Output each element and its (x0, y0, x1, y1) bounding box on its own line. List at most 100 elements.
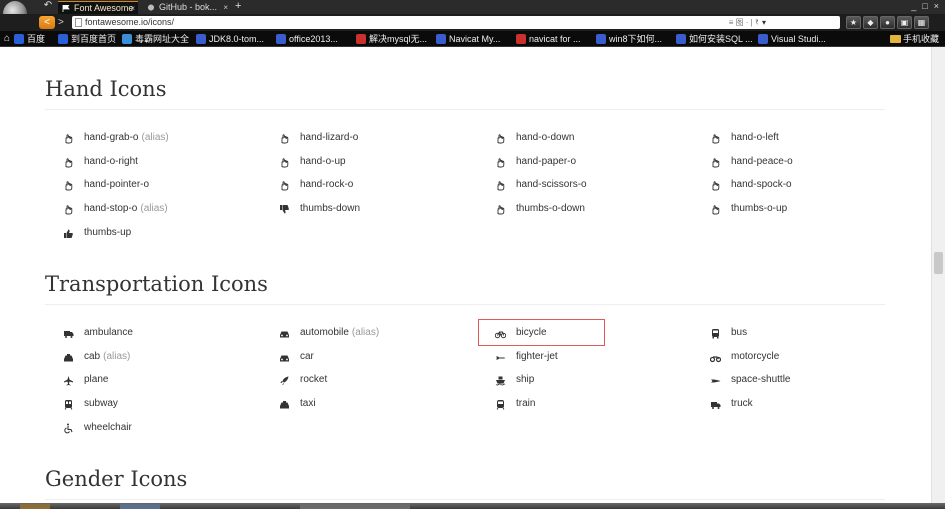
icon-name-link[interactable]: ship (516, 370, 534, 390)
icon-name-link[interactable]: hand-rock-o (300, 175, 353, 195)
vertical-scrollbar[interactable] (931, 47, 945, 503)
home-icon[interactable]: ⌂ (4, 33, 10, 45)
new-tab-button[interactable]: + (235, 0, 241, 13)
bookmark-label: Visual Studi... (771, 34, 826, 44)
history-back-icon[interactable]: ↶ (41, 0, 55, 12)
hand-scissors-outline-icon (497, 181, 505, 191)
icon-name-link[interactable]: ambulance (84, 323, 133, 343)
icon-name-link[interactable]: subway (84, 394, 118, 414)
icon-name-link[interactable]: thumbs-down (300, 199, 360, 219)
bookmarks-bar: ⌂ 百度 到百度首页 毒霸网址大全 JDK8.0-tom... office2013..… (0, 31, 945, 47)
grid-icon[interactable]: ▦ (914, 16, 929, 29)
icon-name-link[interactable]: fighter-jet (516, 347, 558, 367)
search-input[interactable]: ▾ (758, 16, 840, 29)
bookmark-item[interactable]: Navicat My... (436, 33, 500, 45)
hand-paper-outline-icon (497, 157, 505, 168)
taskbar-item[interactable] (20, 504, 50, 509)
icon-name-link[interactable]: space-shuttle (731, 370, 790, 390)
icon-name-link[interactable]: hand-peace-o (731, 152, 793, 172)
fighter-jet-icon (496, 356, 506, 360)
mobile-bookmarks-label: 手机收藏 (902, 34, 939, 44)
alias-tag: (alias) (351, 327, 380, 338)
icon-name-link[interactable]: hand-o-up (300, 152, 346, 172)
icon-name-link[interactable]: automobile (alias) (300, 323, 379, 343)
bookmark-item[interactable]: 解决mysql无... (356, 33, 427, 45)
bookmark-item[interactable]: win8下如何... (596, 33, 662, 45)
shield-icon[interactable]: ● (880, 16, 895, 29)
section-title: Transportation Icons (45, 272, 268, 296)
alias-tag: (alias) (103, 350, 131, 362)
page-content: Hand Icons hand-grab-o (alias) hand-lizard-… (0, 47, 931, 503)
tab-font-awesome[interactable]: Font Awesome × (58, 1, 138, 14)
icon-name-link[interactable]: rocket (300, 370, 327, 390)
bookmark-item[interactable]: office2013... (276, 33, 338, 45)
icon-name-link[interactable]: car (300, 347, 314, 367)
icon-name-link[interactable]: hand-paper-o (516, 152, 576, 172)
icon-name-link[interactable]: hand-pointer-o (84, 175, 149, 195)
bookmark-item[interactable]: JDK8.0-tom... (196, 33, 264, 45)
icon-name-link[interactable]: wheelchair (84, 418, 132, 438)
hand-grab-outline-icon (65, 134, 73, 144)
flag-icon (62, 5, 70, 12)
hand-left-outline-icon (712, 134, 720, 144)
truck-icon (711, 402, 721, 410)
icon-name-link[interactable]: hand-o-right (84, 152, 138, 172)
icon-name-link[interactable]: hand-o-left (731, 128, 779, 148)
icon-name-link[interactable]: motorcycle (731, 347, 779, 367)
close-window-icon[interactable]: × (934, 0, 939, 12)
icon-name-link[interactable]: thumbs-o-up (731, 199, 787, 219)
close-tab-icon[interactable]: × (223, 1, 228, 14)
bookmark-item[interactable]: 如何安装SQL ... (676, 33, 753, 45)
icon-name-link[interactable]: bus (731, 323, 747, 343)
icon-name-link[interactable]: truck (731, 394, 753, 414)
url-bar[interactable]: fontawesome.io/icons/ ≡ 图 · | ↻ | (72, 16, 772, 29)
forward-button[interactable]: > (58, 16, 70, 29)
url-text: fontawesome.io/icons/ (85, 17, 175, 27)
gamepad-icon[interactable]: ▣ (897, 16, 912, 29)
bus-icon (712, 329, 719, 339)
highlight-box (478, 319, 605, 346)
bookmark-favicon-icon (436, 34, 446, 44)
github-icon (147, 4, 155, 11)
taxi-icon (64, 353, 73, 362)
icon-name-link[interactable]: cab (alias) (84, 347, 130, 367)
icon-name-link[interactable]: hand-scissors-o (516, 175, 587, 195)
star-icon[interactable]: ★ (846, 16, 861, 29)
bookmark-favicon-icon (58, 34, 68, 44)
thumbs-up-outline-icon (712, 205, 720, 215)
os-taskbar (0, 503, 945, 509)
bookmark-label: 解决mysql无... (369, 34, 428, 44)
icon-name-link[interactable]: hand-stop-o (alias) (84, 199, 168, 219)
bookmark-item[interactable]: navicat for ... (516, 33, 581, 45)
taskbar-item[interactable] (120, 504, 160, 509)
minimize-icon[interactable]: _ (911, 0, 916, 12)
address-toolbar: < > fontawesome.io/icons/ ≡ 图 · | ↻ | ▾ … (0, 14, 945, 31)
folder-icon (889, 35, 901, 43)
icon-name-link[interactable]: hand-o-down (516, 128, 574, 148)
taskbar-item[interactable] (300, 504, 410, 509)
bookmark-label: 如何安装SQL ... (689, 34, 753, 44)
icon-name-link[interactable]: train (516, 394, 535, 414)
puzzle-icon[interactable]: ◆ (863, 16, 878, 29)
maximize-icon[interactable]: □ (922, 0, 927, 12)
icon-name-link[interactable]: hand-lizard-o (300, 128, 358, 148)
tab-github[interactable]: GitHub - bok... × (143, 1, 231, 14)
browser-titlebar: ↶ Font Awesome × GitHub - bok... × + _ □… (0, 0, 945, 14)
hand-stop-outline-icon (65, 205, 73, 215)
icon-name-link[interactable]: hand-spock-o (731, 175, 792, 195)
bookmark-item[interactable]: 百度 (14, 33, 45, 45)
bookmark-item[interactable]: 毒霸网址大全 (122, 33, 189, 45)
icon-name-link[interactable]: thumbs-up (84, 223, 131, 243)
icon-name-link[interactable]: plane (84, 370, 108, 390)
bookmark-item[interactable]: Visual Studi... (758, 33, 826, 45)
back-button[interactable]: < (39, 16, 55, 29)
icon-name-link[interactable]: thumbs-o-down (516, 199, 585, 219)
close-tab-icon[interactable]: × (130, 2, 135, 14)
bookmark-label: 毒霸网址大全 (135, 34, 190, 44)
bookmark-item[interactable]: 到百度首页 (58, 33, 116, 45)
icon-name-link[interactable]: taxi (300, 394, 316, 414)
mobile-bookmarks-folder[interactable]: 手机收藏 (889, 33, 939, 45)
icon-name-link[interactable]: hand-grab-o (alias) (84, 128, 169, 148)
page-icon (75, 18, 82, 27)
scrollbar-thumb[interactable] (934, 252, 943, 274)
